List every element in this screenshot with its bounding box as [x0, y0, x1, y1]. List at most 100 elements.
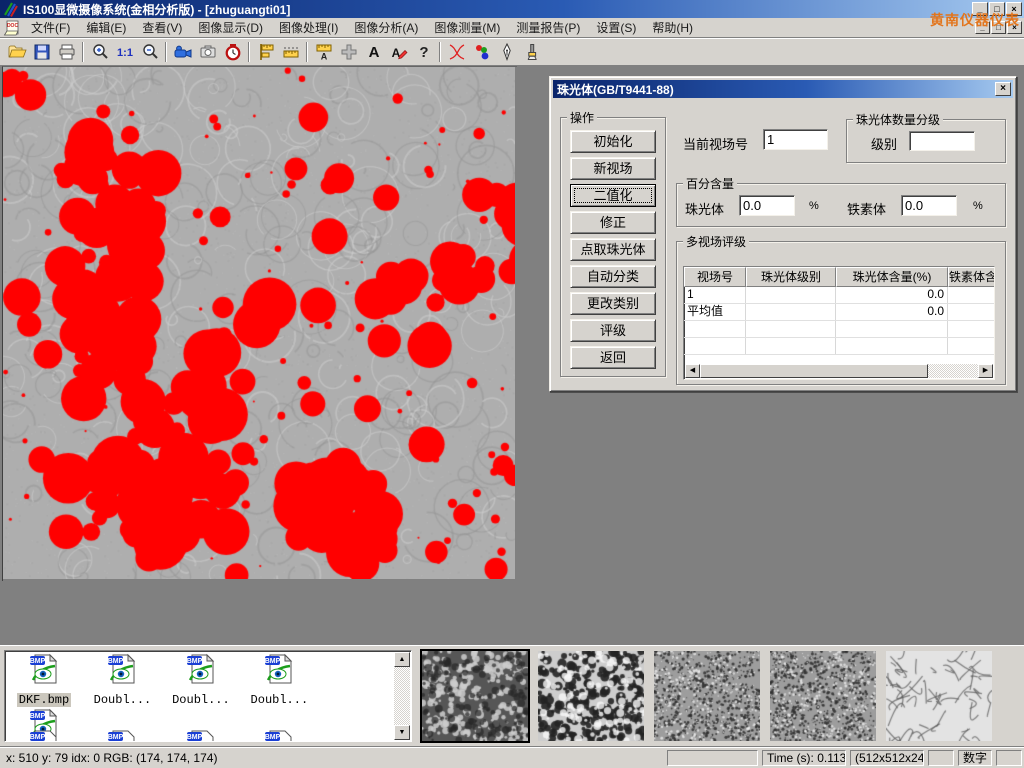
- pearlite-dialog: 珠光体(GB/T9441-88) × 操作 初始化 新视场 二值化 修正 点取珠…: [549, 76, 1017, 392]
- thumbnail-2[interactable]: [538, 651, 644, 741]
- menu-view[interactable]: 查看(V): [134, 17, 190, 38]
- file-item[interactable]: BMP DKF.bmp: [7, 653, 81, 708]
- thumbnail-1[interactable]: [422, 651, 528, 741]
- dialog-title-bar[interactable]: 珠光体(GB/T9441-88) ×: [553, 80, 1013, 98]
- pen-icon[interactable]: [494, 40, 519, 64]
- file-item[interactable]: BMP: [242, 729, 316, 742]
- photo-camera-icon[interactable]: [195, 40, 220, 64]
- calibrate-icon[interactable]: A: [311, 40, 336, 64]
- col-ferrite-content[interactable]: 铁素体含量(%): [948, 267, 995, 287]
- scroll-up-icon[interactable]: ▲: [394, 652, 410, 667]
- restore-button[interactable]: □: [989, 2, 1005, 16]
- zoom-out-icon[interactable]: [137, 40, 162, 64]
- mdi-window-buttons: _ □ ×: [975, 21, 1022, 34]
- binarize-button[interactable]: 二值化: [570, 184, 656, 207]
- new-field-button[interactable]: 新视场: [570, 157, 656, 180]
- correct-button[interactable]: 修正: [570, 211, 656, 234]
- ferrite-percent-input[interactable]: [901, 195, 957, 216]
- menu-edit[interactable]: 编辑(E): [78, 17, 134, 38]
- auto-classify-button[interactable]: 自动分类: [570, 265, 656, 288]
- file-browser[interactable]: BMP DKF.bmp BMP Doubl...: [4, 650, 412, 742]
- thumbnail-5[interactable]: [886, 651, 992, 741]
- phase-particles-icon[interactable]: [469, 40, 494, 64]
- zoom-in-icon[interactable]: [87, 40, 112, 64]
- mdi-close-button[interactable]: ×: [1007, 21, 1022, 34]
- grid-icon[interactable]: [336, 40, 361, 64]
- svg-text:BMP: BMP: [108, 658, 124, 665]
- toolbar-separator: [248, 42, 250, 62]
- scrollbar-track[interactable]: [928, 364, 978, 378]
- file-name[interactable]: Doubl...: [170, 693, 232, 707]
- multifield-group-label: 多视场评级: [683, 233, 749, 250]
- table-row[interactable]: 平均值 0.0: [684, 304, 994, 321]
- initialize-button[interactable]: 初始化: [570, 130, 656, 153]
- open-icon[interactable]: [4, 40, 29, 64]
- return-button[interactable]: 返回: [570, 346, 656, 369]
- text-icon[interactable]: A: [361, 40, 386, 64]
- file-item[interactable]: BMP Doubl...: [242, 653, 316, 708]
- file-item[interactable]: BMP: [85, 729, 159, 742]
- rate-button[interactable]: 评级: [570, 319, 656, 342]
- file-item[interactable]: BMP: [164, 729, 238, 742]
- col-field-no[interactable]: 视场号: [684, 267, 746, 287]
- menu-image-measure[interactable]: 图像测量(M): [426, 17, 508, 38]
- status-time: Time (s): 0.113: [762, 750, 846, 766]
- bmp-file-icon: BMP: [28, 729, 60, 742]
- file-browser-scrollbar[interactable]: ▲ ▼: [394, 652, 410, 740]
- ruler-icon[interactable]: [278, 40, 303, 64]
- col-pearlite-grade[interactable]: 珠光体级别: [746, 267, 836, 287]
- menu-file[interactable]: 文件(F): [23, 17, 78, 38]
- thumbnail-4[interactable]: [770, 651, 876, 741]
- mdi-restore-button[interactable]: □: [991, 21, 1006, 34]
- mdi-minimize-button[interactable]: _: [975, 21, 990, 34]
- scroll-down-icon[interactable]: ▼: [394, 725, 410, 740]
- file-name[interactable]: Doubl...: [249, 693, 311, 707]
- timer-icon[interactable]: [220, 40, 245, 64]
- close-button[interactable]: ×: [1006, 2, 1022, 16]
- video-camera-icon[interactable]: [170, 40, 195, 64]
- thumbnail-3[interactable]: [654, 651, 760, 741]
- file-item[interactable]: BMP: [7, 729, 81, 742]
- file-item[interactable]: BMP Doubl...: [85, 653, 159, 708]
- rating-table[interactable]: 视场号 珠光体级别 珠光体含量(%) 铁素体含量(%) 1 0.0 平均值: [683, 266, 995, 380]
- file-name[interactable]: DKF.bmp: [17, 693, 71, 707]
- text-edit-icon[interactable]: A: [386, 40, 411, 64]
- minimize-button[interactable]: _: [972, 2, 988, 16]
- scroll-right-icon[interactable]: ▶: [978, 364, 993, 378]
- dialog-close-icon[interactable]: ×: [995, 82, 1011, 96]
- cell-ferrite: [948, 304, 995, 320]
- col-pearlite-content[interactable]: 珠光体含量(%): [836, 267, 948, 287]
- scrollbar-thumb[interactable]: [700, 364, 928, 378]
- table-horizontal-scrollbar[interactable]: ◀ ▶: [685, 364, 993, 378]
- brush-icon[interactable]: [519, 40, 544, 64]
- menu-settings[interactable]: 设置(S): [588, 17, 644, 38]
- table-row[interactable]: 1 0.0: [684, 287, 994, 304]
- pick-pearlite-button[interactable]: 点取珠光体: [570, 238, 656, 261]
- document-icon[interactable]: DOC: [3, 19, 21, 37]
- svg-text:BMP: BMP: [30, 713, 46, 720]
- change-class-button[interactable]: 更改类别: [570, 292, 656, 315]
- metallographic-image[interactable]: [3, 67, 515, 579]
- grade-group-label: 珠光体数量分级: [853, 111, 943, 128]
- grade-input[interactable]: [909, 131, 975, 151]
- menu-help[interactable]: 帮助(H): [644, 17, 701, 38]
- scroll-left-icon[interactable]: ◀: [685, 364, 700, 378]
- cell-content: 0.0: [836, 304, 948, 320]
- menu-image-processing[interactable]: 图像处理(I): [271, 17, 346, 38]
- actual-size-icon[interactable]: 1:1: [112, 40, 137, 64]
- toolbar-separator: [439, 42, 441, 62]
- current-field-input[interactable]: [763, 129, 828, 150]
- table-header-row: 视场号 珠光体级别 珠光体含量(%) 铁素体含量(%): [684, 267, 994, 287]
- curve-measure-icon[interactable]: [444, 40, 469, 64]
- help-icon[interactable]: ?: [411, 40, 436, 64]
- print-icon[interactable]: [54, 40, 79, 64]
- save-icon[interactable]: [29, 40, 54, 64]
- menu-image-analysis[interactable]: 图像分析(A): [346, 17, 426, 38]
- cell-grade: [746, 287, 836, 303]
- menu-report[interactable]: 测量报告(P): [508, 17, 588, 38]
- menu-image-display[interactable]: 图像显示(D): [190, 17, 271, 38]
- pearlite-percent-input[interactable]: [739, 195, 795, 216]
- file-name[interactable]: Doubl...: [92, 693, 154, 707]
- file-item[interactable]: BMP Doubl...: [164, 653, 238, 708]
- caliper-icon[interactable]: [253, 40, 278, 64]
